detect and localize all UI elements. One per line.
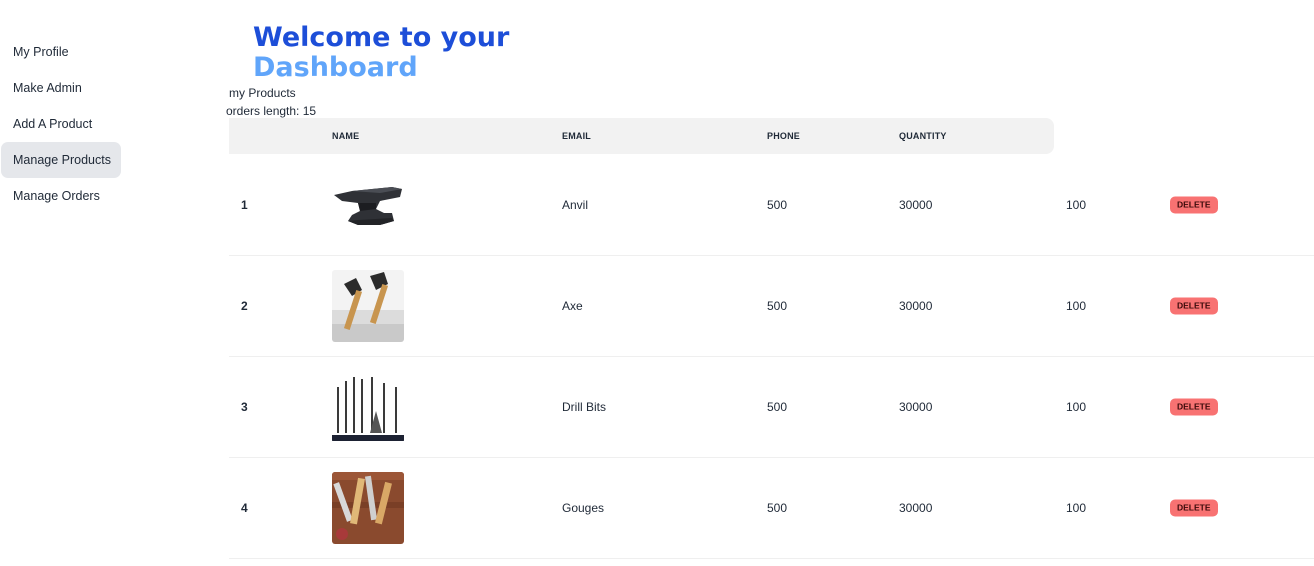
page-title: Welcome to your Dashboard bbox=[253, 23, 509, 83]
products-info: my Products orders length: 15 bbox=[226, 84, 316, 120]
product-name: Drill Bits bbox=[562, 399, 606, 414]
sidebar-item-add-product[interactable]: Add A Product bbox=[1, 106, 121, 142]
product-quantity: 100 bbox=[1066, 399, 1087, 414]
sidebar-item-manage-products[interactable]: Manage Products bbox=[1, 142, 121, 178]
product-phone: 30000 bbox=[899, 399, 933, 414]
product-quantity: 100 bbox=[1066, 298, 1087, 313]
welcome-line-1: Welcome to your bbox=[253, 22, 510, 53]
table-row: 3 Drill Bits 500 30000 100 DELETE bbox=[229, 356, 1314, 458]
delete-button[interactable]: DELETE bbox=[1170, 499, 1218, 516]
table-row: 4 Gouges 500 30000 100 DELETE bbox=[229, 457, 1314, 559]
column-header-quantity: QUANTITY bbox=[899, 131, 947, 141]
row-index: 1 bbox=[241, 197, 248, 212]
column-header-email: EMAIL bbox=[562, 131, 591, 141]
anvil-image bbox=[332, 169, 404, 241]
table-row: 2 Axe 500 30000 100 DELETE bbox=[229, 255, 1314, 357]
product-name: Gouges bbox=[562, 500, 605, 515]
sidebar-item-make-admin[interactable]: Make Admin bbox=[1, 70, 121, 106]
product-quantity: 100 bbox=[1066, 197, 1087, 212]
product-email: 500 bbox=[767, 197, 788, 212]
product-email: 500 bbox=[767, 399, 788, 414]
sidebar-item-manage-orders[interactable]: Manage Orders bbox=[1, 178, 121, 214]
product-phone: 30000 bbox=[899, 500, 933, 515]
drill-bits-image bbox=[332, 371, 404, 443]
product-phone: 30000 bbox=[899, 298, 933, 313]
products-title: my Products bbox=[229, 86, 296, 100]
column-header-name: NAME bbox=[332, 131, 360, 141]
row-index: 2 bbox=[241, 298, 248, 313]
table-row: 1 Anvil 500 30000 100 DELETE bbox=[229, 154, 1314, 256]
product-phone: 30000 bbox=[899, 197, 933, 212]
delete-button[interactable]: DELETE bbox=[1170, 297, 1218, 314]
product-quantity: 100 bbox=[1066, 500, 1087, 515]
welcome-line-2: Dashboard bbox=[253, 52, 418, 83]
gouges-image bbox=[332, 472, 404, 544]
column-header-phone: PHONE bbox=[767, 131, 801, 141]
sidebar-item-my-profile[interactable]: My Profile bbox=[1, 34, 121, 70]
product-email: 500 bbox=[767, 500, 788, 515]
delete-button[interactable]: DELETE bbox=[1170, 196, 1218, 213]
product-name: Axe bbox=[562, 298, 583, 313]
row-index: 4 bbox=[241, 500, 248, 515]
axe-image bbox=[332, 270, 404, 342]
row-index: 3 bbox=[241, 399, 248, 414]
product-name: Anvil bbox=[562, 197, 589, 212]
product-email: 500 bbox=[767, 298, 788, 313]
delete-button[interactable]: DELETE bbox=[1170, 398, 1218, 415]
sidebar: My Profile Make Admin Add A Product Mana… bbox=[0, 34, 125, 214]
